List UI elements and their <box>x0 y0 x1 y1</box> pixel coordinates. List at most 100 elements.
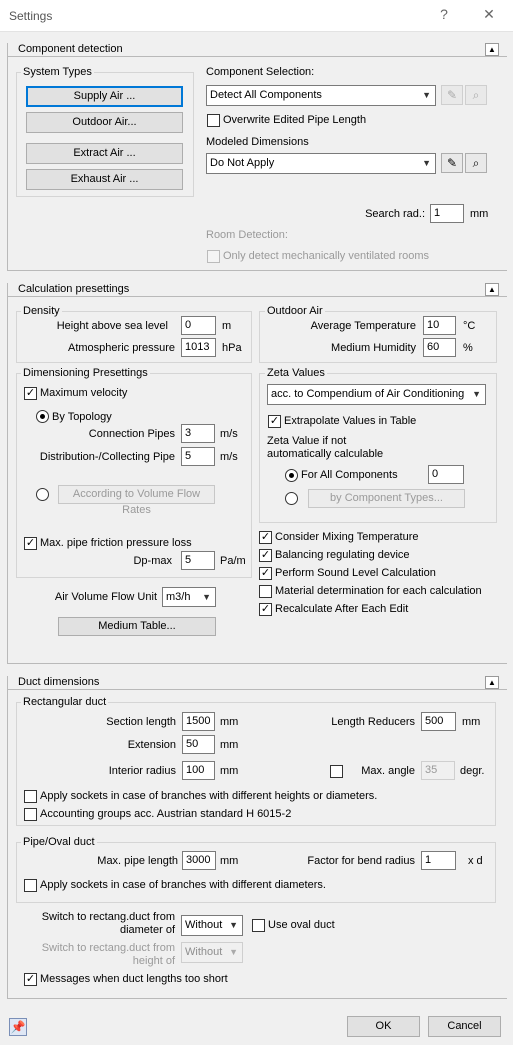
zeta-if-not-label: Zeta Value if not <box>267 435 347 447</box>
interior-radius-input[interactable]: 100 <box>182 761 215 780</box>
max-angle-input[interactable]: 35 <box>421 761 455 780</box>
for-all-components-radio[interactable] <box>285 469 298 482</box>
system-types-title: System Types <box>21 66 94 78</box>
accounting-groups-checkbox[interactable] <box>24 808 37 821</box>
volume-flow-radio[interactable] <box>36 488 49 501</box>
pressure-unit: hPa <box>222 342 242 354</box>
help-button[interactable]: ? <box>434 6 454 22</box>
extension-unit: mm <box>220 739 239 751</box>
for-all-components-label: For All Components <box>301 469 398 481</box>
air-volume-value: m3/h <box>166 591 191 603</box>
switch-diameter-select[interactable]: Without ▼ <box>181 915 243 936</box>
length-reducers-label: Length Reducers <box>331 716 415 728</box>
air-volume-select[interactable]: m3/h ▼ <box>162 587 216 607</box>
for-all-components-input[interactable]: 0 <box>428 465 464 484</box>
use-oval-duct-checkbox[interactable] <box>252 919 265 932</box>
recalculate-checkbox[interactable]: ✓ <box>259 603 272 616</box>
avg-temp-input[interactable]: 10 <box>423 316 456 335</box>
max-velocity-checkbox[interactable]: ✓ <box>24 387 37 400</box>
sockets-rect-checkbox[interactable] <box>24 790 37 803</box>
collapse-icon[interactable]: ▲ <box>485 283 499 296</box>
switch-height-select[interactable]: Without ▼ <box>181 942 243 963</box>
bend-factor-input[interactable]: 1 <box>421 851 456 870</box>
cancel-button[interactable]: Cancel <box>428 1016 501 1037</box>
collapse-icon[interactable]: ▲ <box>485 676 499 689</box>
extrapolate-checkbox[interactable]: ✓ <box>268 415 281 428</box>
eyedropper-icon[interactable]: ✎ <box>441 153 463 173</box>
component-selection-select[interactable]: Detect All Components ▼ <box>206 85 436 106</box>
length-reducers-input[interactable]: 500 <box>421 712 456 731</box>
eyedropper-icon[interactable]: ✎ <box>441 85 463 105</box>
zeta-values-select[interactable]: acc. to Compendium of Air Conditioning ▼ <box>267 384 486 405</box>
chevron-down-icon: ▼ <box>229 920 238 930</box>
balancing-checkbox[interactable]: ✓ <box>259 549 272 562</box>
search-radius-label: Search rad.: <box>365 208 425 220</box>
distribution-pipe-input[interactable]: 5 <box>181 447 215 466</box>
extract-air-button[interactable]: Extract Air ... <box>26 143 183 164</box>
modeled-dimensions-select[interactable]: Do Not Apply ▼ <box>206 153 436 174</box>
component-selection-value: Detect All Components <box>210 89 322 101</box>
density-group <box>16 311 252 363</box>
use-oval-duct-label: Use oval duct <box>268 919 335 931</box>
extrapolate-label: Extrapolate Values in Table <box>284 415 417 427</box>
dpmax-unit: Pa/m <box>220 555 246 567</box>
section-length-input[interactable]: 1500 <box>182 712 215 731</box>
max-friction-checkbox[interactable]: ✓ <box>24 537 37 550</box>
recalculate-label: Recalculate After Each Edit <box>275 603 409 615</box>
sockets-pipe-label: Apply sockets in case of branches with d… <box>40 879 326 891</box>
outdoor-air-button[interactable]: Outdoor Air... <box>26 112 183 133</box>
collapse-icon[interactable]: ▲ <box>485 43 499 56</box>
switch-diameter-label: Switch to rectang.duct from <box>41 911 175 923</box>
distribution-pipe-label: Distribution-/Collecting Pipe <box>39 451 175 463</box>
sound-level-label: Perform Sound Level Calculation <box>275 567 436 579</box>
max-angle-unit: degr. <box>460 765 485 777</box>
switch-diameter-value: Without <box>185 919 223 931</box>
balancing-label: Balancing regulating device <box>275 549 410 561</box>
dpmax-input[interactable]: 5 <box>181 551 215 570</box>
sockets-pipe-checkbox[interactable] <box>24 879 37 892</box>
connection-pipes-input[interactable]: 3 <box>181 424 215 443</box>
volume-flow-button[interactable]: According to Volume Flow Rates <box>58 485 215 516</box>
zeta-if-not-label-2: automatically calculable <box>267 448 384 460</box>
section-title: Calculation presettings <box>17 283 131 295</box>
switch-diameter-label-2: diameter of <box>119 924 175 936</box>
pressure-input[interactable]: 1013 <box>181 338 216 357</box>
switch-height-label: Switch to rectang.duct from <box>41 942 175 954</box>
by-topology-radio[interactable] <box>36 410 49 423</box>
sound-level-checkbox[interactable]: ✓ <box>259 567 272 580</box>
section-length-unit: mm <box>220 716 239 728</box>
section-title: Component detection <box>17 43 124 55</box>
chevron-down-icon: ▼ <box>472 389 481 399</box>
by-component-types-button[interactable]: by Component Types... <box>308 489 465 508</box>
max-pipe-length-unit: mm <box>220 855 239 867</box>
max-pipe-length-input[interactable]: 3000 <box>182 851 216 870</box>
height-input[interactable]: 0 <box>181 316 216 335</box>
pin-icon[interactable]: 📌 <box>9 1018 27 1036</box>
pipe-oval-duct-title: Pipe/Oval duct <box>21 836 97 848</box>
search-icon[interactable]: ⌕ <box>465 153 487 173</box>
close-button[interactable]: ✕ <box>479 6 499 23</box>
zeta-values-title: Zeta Values <box>265 367 327 379</box>
zeta-values-value: acc. to Compendium of Air Conditioning <box>271 388 465 400</box>
overwrite-pipe-length-checkbox[interactable] <box>207 114 220 127</box>
search-radius-unit: mm <box>470 208 489 220</box>
avg-temp-label: Average Temperature <box>310 320 416 332</box>
only-detect-ventilated-checkbox[interactable] <box>207 250 220 263</box>
height-label: Height above sea level <box>56 320 168 332</box>
supply-air-button[interactable]: Supply Air ... <box>26 86 183 107</box>
extension-input[interactable]: 50 <box>182 735 215 754</box>
outdoor-air-title: Outdoor Air <box>265 305 325 317</box>
exhaust-air-button[interactable]: Exhaust Air ... <box>26 169 183 190</box>
material-checkbox[interactable] <box>259 585 272 598</box>
medium-table-button[interactable]: Medium Table... <box>58 617 216 636</box>
ok-button[interactable]: OK <box>347 1016 420 1037</box>
by-component-types-radio[interactable] <box>285 492 298 505</box>
messages-short-checkbox[interactable]: ✓ <box>24 973 37 986</box>
humidity-input[interactable]: 60 <box>423 338 456 357</box>
consider-mixing-checkbox[interactable]: ✓ <box>259 531 272 544</box>
search-radius-input[interactable]: 1 <box>430 204 464 223</box>
extension-label: Extension <box>127 739 176 751</box>
search-icon[interactable]: ⌕ <box>465 85 487 105</box>
switch-height-label-2: height of <box>132 955 175 967</box>
dpmax-label: Dp-max <box>133 555 172 567</box>
